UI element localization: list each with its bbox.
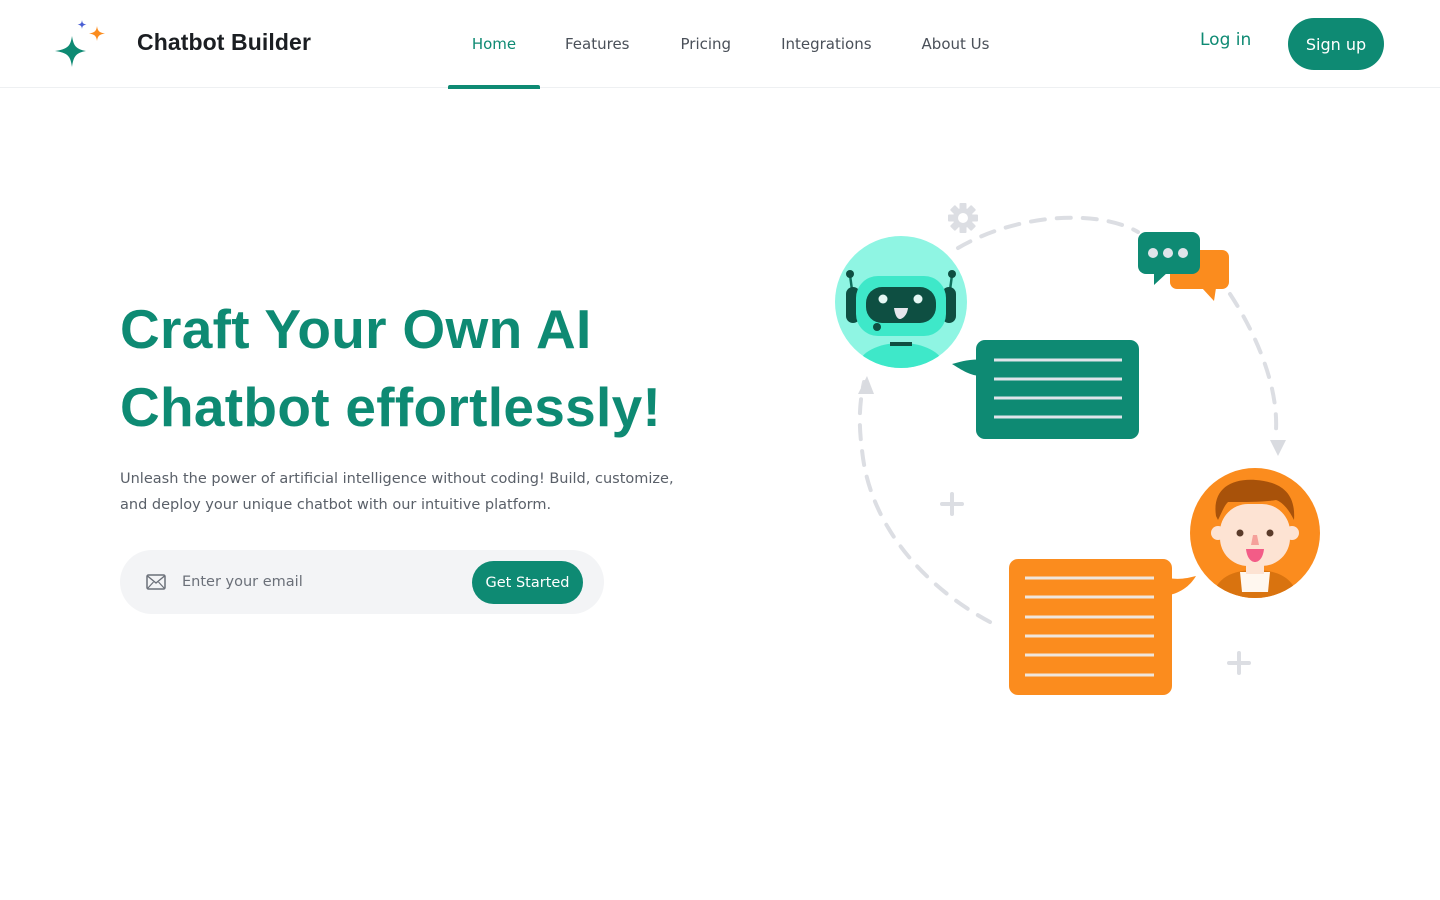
gear-icon: [948, 203, 978, 233]
typing-dot: [1148, 248, 1158, 258]
brand-name[interactable]: Chatbot Builder: [137, 29, 311, 56]
arrow-head-up: [858, 376, 874, 394]
plus-icon: [1227, 651, 1251, 675]
user-avatar: [1190, 468, 1320, 598]
arrow-head-down: [1270, 440, 1286, 456]
sparkle-orange: [89, 26, 105, 41]
typing-dot: [1178, 248, 1188, 258]
email-signup-form: Get Started: [120, 550, 604, 614]
mail-icon: [146, 574, 166, 590]
main-nav: Home Features Pricing Integrations About…: [448, 0, 990, 89]
sparkles-logo-icon[interactable]: [52, 18, 108, 70]
nav-home[interactable]: Home: [448, 0, 540, 89]
login-link[interactable]: Log in: [1200, 30, 1251, 50]
nav-home-label: Home: [471, 35, 517, 53]
hero-subtitle: Unleash the power of artificial intellig…: [120, 471, 674, 513]
site-header: Chatbot Builder Home Features Pricing In…: [0, 0, 1440, 89]
bot-message-bubble: [952, 340, 1139, 439]
nav-integrations[interactable]: Integrations: [781, 0, 871, 88]
email-input[interactable]: [182, 564, 462, 600]
typing-dot: [1163, 248, 1173, 258]
nav-pricing-label: Pricing: [680, 35, 732, 53]
chat-illustration: [835, 203, 1320, 695]
hero-title: Craft Your Own AI Chatbot effortlessly!: [120, 290, 740, 446]
signup-button[interactable]: Sign up: [1288, 18, 1384, 70]
get-started-button[interactable]: Get Started: [472, 561, 583, 604]
nav-about-us[interactable]: About Us: [922, 0, 990, 88]
typing-indicator-bubbles: [1138, 232, 1229, 301]
user-message-bubble: [1009, 559, 1196, 695]
nav-features-label: Features: [565, 35, 630, 53]
hero-title-line-2: Chatbot effortlessly!: [120, 376, 662, 438]
nav-about-us-label: About Us: [921, 35, 990, 53]
nav-features[interactable]: Features: [565, 0, 630, 88]
nav-integrations-label: Integrations: [781, 35, 872, 53]
hero-title-line-1: Craft Your Own AI: [120, 298, 592, 360]
sparkle-blue: [77, 20, 87, 29]
nav-pricing[interactable]: Pricing: [681, 0, 732, 88]
robot-avatar: [835, 236, 967, 368]
sparkle-large: [55, 36, 86, 67]
plus-icon: [940, 492, 964, 516]
